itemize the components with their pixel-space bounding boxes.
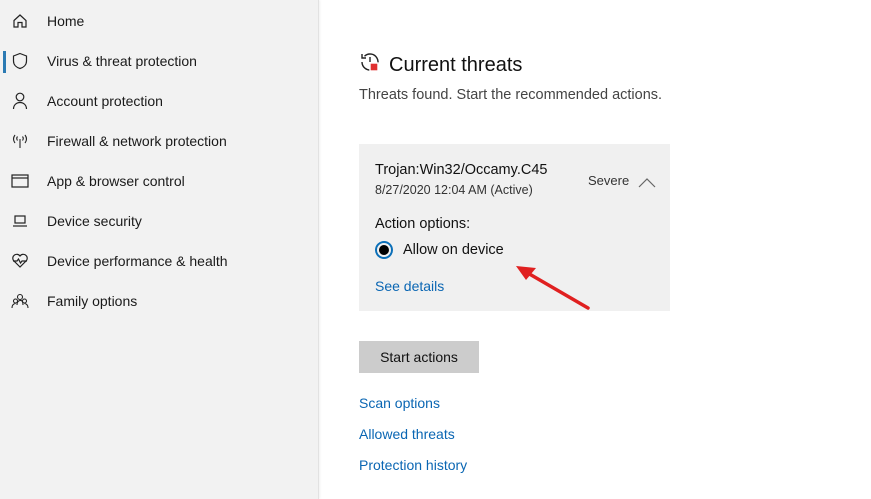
threat-history-icon — [359, 51, 381, 79]
sidebar: Home Virus & threat protection Account p… — [0, 0, 319, 499]
severity-label: Severe — [588, 173, 630, 188]
sidebar-item-label: App & browser control — [47, 173, 185, 189]
start-actions-button[interactable]: Start actions — [359, 341, 479, 373]
sidebar-item-firewall[interactable]: Firewall & network protection — [0, 121, 319, 161]
sidebar-item-label: Virus & threat protection — [47, 53, 197, 69]
sidebar-item-label: Device performance & health — [47, 253, 228, 269]
see-details-link[interactable]: See details — [375, 278, 444, 294]
sidebar-item-label: Account protection — [47, 93, 163, 109]
allowed-threats-link[interactable]: Allowed threats — [359, 426, 455, 442]
family-icon — [11, 292, 29, 310]
sidebar-item-device-performance[interactable]: Device performance & health — [0, 241, 319, 281]
sidebar-item-label: Device security — [47, 213, 142, 229]
window-icon — [11, 172, 29, 190]
sidebar-item-device-security[interactable]: Device security — [0, 201, 319, 241]
sidebar-item-label: Firewall & network protection — [47, 133, 227, 149]
sidebar-item-virus-threat-protection[interactable]: Virus & threat protection — [0, 41, 319, 81]
sidebar-item-home[interactable]: Home — [0, 1, 319, 41]
protection-history-link[interactable]: Protection history — [359, 457, 467, 473]
person-icon — [11, 92, 29, 110]
threat-name: Trojan:Win32/Occamy.C45 — [375, 162, 548, 178]
chevron-up-icon[interactable] — [638, 175, 656, 193]
shield-icon — [11, 52, 29, 70]
sidebar-item-family-options[interactable]: Family options — [0, 281, 319, 321]
scan-options-link[interactable]: Scan options — [359, 395, 440, 411]
heart-icon — [11, 252, 29, 270]
sidebar-item-app-browser-control[interactable]: App & browser control — [0, 161, 319, 201]
page-subtitle: Threats found. Start the recommended act… — [359, 87, 663, 103]
sidebar-item-label: Family options — [47, 293, 138, 309]
sidebar-item-label: Home — [47, 13, 85, 29]
antenna-icon — [11, 132, 29, 150]
allow-on-device-radio[interactable]: Allow on device — [375, 241, 504, 259]
home-icon — [11, 12, 29, 30]
page-title-text: Current threats — [389, 53, 523, 76]
laptop-icon — [11, 212, 29, 230]
radio-selected-icon — [375, 241, 393, 259]
sidebar-item-account-protection[interactable]: Account protection — [0, 81, 319, 121]
threat-date: 8/27/2020 12:04 AM (Active) — [375, 183, 533, 197]
page-title: Current threats — [359, 51, 522, 79]
action-options-label: Action options: — [375, 216, 471, 232]
radio-label: Allow on device — [403, 242, 504, 258]
red-arrow-annotation — [516, 266, 590, 310]
